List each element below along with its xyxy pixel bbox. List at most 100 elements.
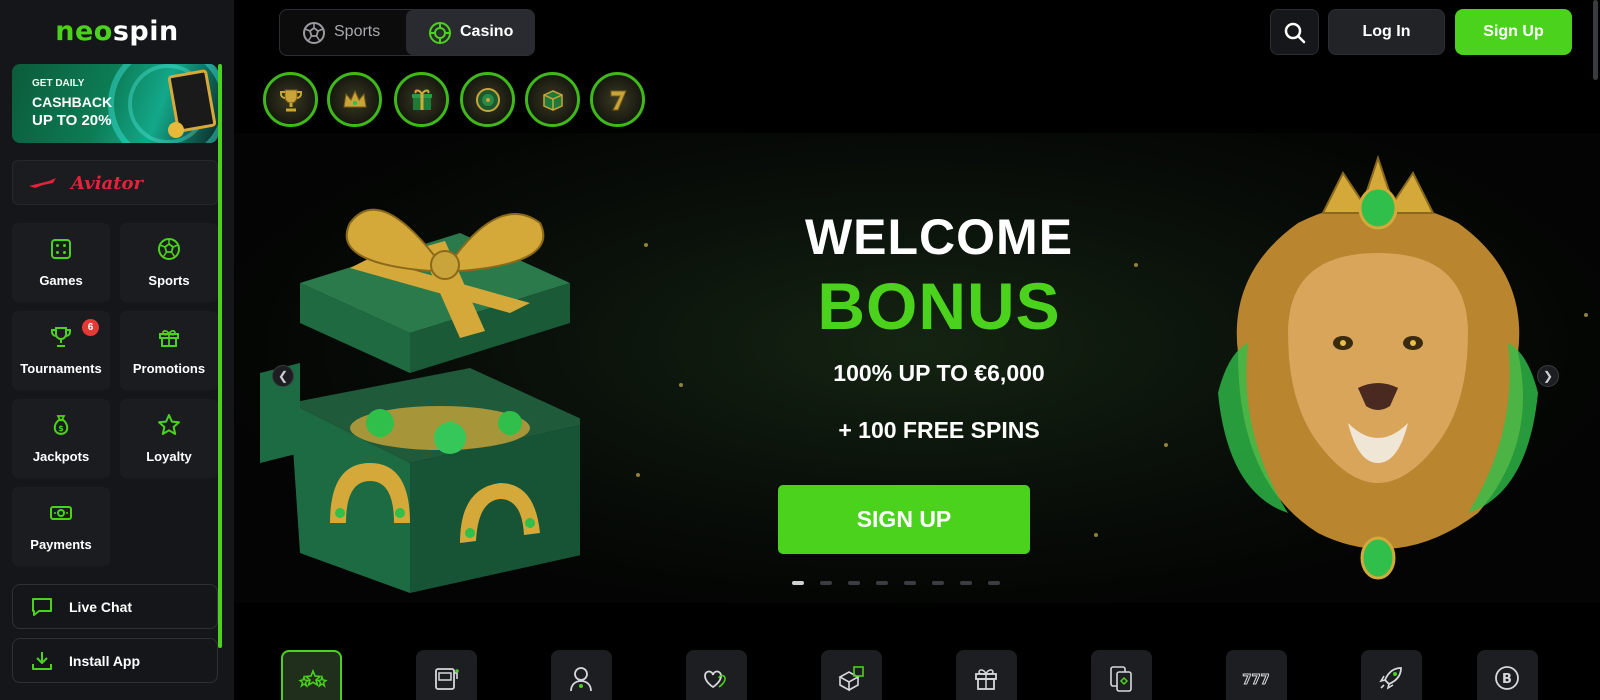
category-favorites[interactable] — [686, 650, 747, 700]
svg-text:$: $ — [58, 424, 64, 433]
treasure-box-icon — [543, 90, 563, 111]
trophy-icon — [280, 89, 302, 112]
hero-banner[interactable]: WELCOME BONUS 100% UP TO €6,000 + 100 FR… — [234, 133, 1600, 603]
carousel-dot[interactable] — [876, 581, 888, 585]
carousel-prev-arrow[interactable]: ❮ — [272, 365, 294, 387]
hero-title-line2: BONUS — [817, 269, 1061, 343]
gift-icon — [159, 329, 179, 347]
quick-chip-gift[interactable] — [394, 72, 449, 127]
hearts-icon — [704, 670, 726, 689]
soccer-ball-icon — [303, 22, 325, 44]
chat-bubble-icon — [32, 598, 52, 616]
sparkle — [1134, 263, 1138, 267]
tab-label: Casino — [460, 23, 514, 40]
sparkle — [644, 243, 648, 247]
sports-casino-switch: Sports Casino — [279, 9, 535, 56]
sidebar-item-games[interactable]: Games — [12, 223, 110, 302]
carousel-dot[interactable] — [960, 581, 972, 585]
live-chat-button[interactable]: Live Chat — [12, 584, 218, 629]
cash-icon — [50, 506, 72, 520]
sparkle — [1094, 533, 1098, 537]
carousel-dot[interactable] — [988, 581, 1000, 585]
category-crash-games[interactable] — [1361, 650, 1422, 700]
hero-offer: 100% UP TO €6,000 — [833, 360, 1045, 386]
live-chat-label: Live Chat — [69, 599, 133, 615]
sidebar-item-jackpots[interactable]: $ Jackpots — [12, 399, 110, 478]
soccer-ball-icon — [158, 238, 180, 260]
carousel-next-arrow[interactable]: ❯ — [1537, 365, 1559, 387]
logo-part-spin: spin — [112, 16, 179, 47]
sidebar-scrollbar[interactable] — [218, 64, 222, 648]
aviator-game-button[interactable]: Aviator — [12, 160, 218, 205]
sidebar-item-label: Loyalty — [146, 449, 192, 464]
category-crypto-games[interactable]: B — [1477, 650, 1538, 700]
tab-sports[interactable]: Sports — [280, 10, 405, 55]
quick-chip-seven[interactable] — [590, 72, 645, 127]
sparkle — [1584, 313, 1588, 317]
carousel-dot[interactable] — [904, 581, 916, 585]
quick-chip-trophy[interactable] — [263, 72, 318, 127]
sidebar-item-tournaments[interactable]: 6 Tournaments — [12, 311, 110, 390]
category-top-games[interactable] — [281, 650, 342, 700]
carousel-dot[interactable] — [792, 581, 804, 585]
sidebar-item-label: Jackpots — [32, 449, 90, 464]
sidebar-item-sports[interactable]: Sports — [120, 223, 218, 302]
sidebar-item-label: Payments — [30, 537, 92, 552]
trophy-icon — [51, 327, 71, 347]
hero-free-spins: + 100 FREE SPINS — [838, 417, 1040, 443]
category-slots[interactable] — [416, 650, 477, 700]
carousel-dot[interactable] — [932, 581, 944, 585]
lion-illustration — [1218, 154, 1538, 580]
page-scrollbar[interactable] — [1593, 0, 1598, 80]
quick-chip-crown[interactable] — [327, 72, 382, 127]
sidebar-item-promotions[interactable]: Promotions — [120, 311, 218, 390]
aviator-label: Aviator — [71, 173, 143, 194]
sevens-icon: 777 — [1242, 673, 1270, 689]
category-bonus-buy[interactable] — [956, 650, 1017, 700]
carousel-dot[interactable] — [820, 581, 832, 585]
logo[interactable]: neospin — [0, 16, 234, 47]
sidebar-item-label: Sports — [148, 273, 190, 288]
install-app-button[interactable]: Install App — [12, 638, 218, 683]
signup-button[interactable]: Sign Up — [1455, 9, 1572, 55]
carousel-dot[interactable] — [848, 581, 860, 585]
svg-text:B: B — [1502, 672, 1512, 687]
sidebar-item-payments[interactable]: Payments — [12, 487, 110, 566]
category-classic-slots[interactable]: 777 — [1226, 650, 1287, 700]
sidebar-item-label: Promotions — [132, 361, 206, 376]
search-button[interactable] — [1270, 9, 1319, 55]
live-dealer-icon — [570, 667, 592, 692]
svg-text:777: 777 — [1242, 673, 1269, 688]
banner-line-3: UP TO 20% — [32, 112, 112, 129]
sparkle — [1164, 443, 1168, 447]
quick-chip-box[interactable] — [525, 72, 580, 127]
tab-label: Sports — [334, 23, 381, 40]
rocket-icon — [1379, 667, 1402, 690]
sidebar-item-label: Games — [39, 273, 83, 288]
tab-casino[interactable]: Casino — [406, 10, 535, 55]
crown-icon — [343, 89, 367, 108]
hero-signup-button[interactable]: SIGN UP — [778, 485, 1030, 554]
logo-part-neo: neo — [55, 16, 113, 47]
login-button[interactable]: Log In — [1328, 9, 1445, 55]
hero-title-line1: WELCOME — [804, 209, 1074, 265]
slot-machine-icon — [435, 668, 459, 690]
gift-icon — [412, 89, 432, 110]
casino-chip-icon — [429, 22, 451, 44]
dice-icon — [838, 666, 864, 692]
sidebar-item-loyalty[interactable]: Loyalty — [120, 399, 218, 478]
download-icon — [32, 652, 52, 670]
cards-icon — [1110, 666, 1132, 692]
category-live-casino[interactable] — [551, 650, 612, 700]
airplane-icon — [29, 178, 56, 188]
stars-icon — [298, 668, 328, 688]
quick-chip-wheel[interactable] — [460, 72, 515, 127]
roulette-wheel-icon — [476, 88, 500, 112]
banner-line-1: GET DAILY — [32, 78, 85, 89]
gift-box-illustration — [260, 208, 580, 593]
search-icon — [1284, 22, 1306, 44]
gift-icon — [975, 669, 997, 690]
category-card-games[interactable] — [1091, 650, 1152, 700]
category-table-games[interactable] — [821, 650, 882, 700]
cashback-promo-banner[interactable]: GET DAILY CASHBACK UP TO 20% — [12, 64, 218, 143]
